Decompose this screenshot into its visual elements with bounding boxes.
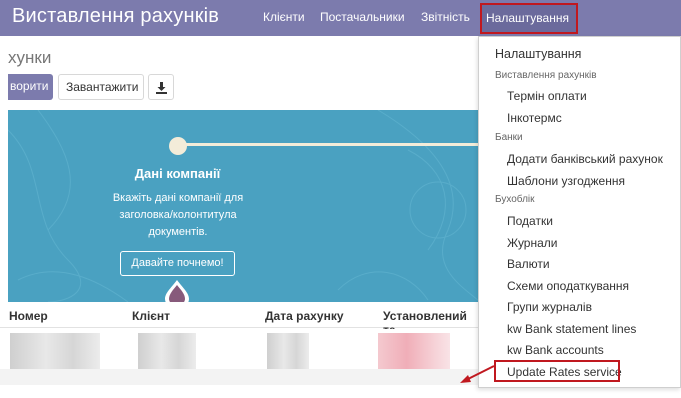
menu-item-settings-label: Налаштування bbox=[486, 11, 569, 25]
dropdown-item-taxes[interactable]: Податки bbox=[507, 214, 553, 228]
create-button[interactable]: ворити bbox=[8, 74, 53, 100]
dropdown-item-journal-groups[interactable]: Групи журналів bbox=[507, 300, 592, 314]
banner-text-line: документів. bbox=[148, 226, 208, 238]
menu-item-vendors[interactable]: Постачальники bbox=[320, 10, 405, 24]
banner-text-line: заголовка/колонтитула bbox=[119, 209, 237, 221]
banner-description: Вкажіть дані компанії для заголовка/коло… bbox=[98, 190, 258, 241]
lets-start-button[interactable]: Давайте почнемо! bbox=[120, 251, 235, 276]
blurred-cell bbox=[378, 333, 450, 369]
update-rates-highlight-box bbox=[494, 360, 620, 382]
menu-item-reporting[interactable]: Звітність bbox=[421, 10, 470, 24]
settings-dropdown-menu: Налаштування Виставлення рахунків Термін… bbox=[478, 36, 681, 388]
dropdown-item-settings[interactable]: Налаштування bbox=[495, 47, 581, 61]
blurred-cell bbox=[10, 333, 100, 369]
column-number[interactable]: Номер bbox=[9, 309, 48, 323]
blurred-cell bbox=[267, 333, 309, 369]
menu-item-customers[interactable]: Клієнти bbox=[263, 10, 305, 24]
banner-title: Дані компанії bbox=[134, 166, 221, 181]
invoice-table-header: Номер Клієнт Дата рахунку Установлений т… bbox=[0, 302, 480, 337]
dropdown-item-bank-accounts[interactable]: kw Bank accounts bbox=[507, 343, 604, 357]
dropdown-section-header: Банки bbox=[495, 132, 523, 143]
dropdown-section-header: Бухоблік bbox=[495, 194, 535, 205]
table-row[interactable] bbox=[0, 369, 480, 385]
top-navbar: Виставлення рахунків Клієнти Постачальни… bbox=[0, 0, 681, 36]
onboarding-progress-line bbox=[178, 143, 480, 146]
dropdown-item-currencies[interactable]: Валюти bbox=[507, 257, 550, 271]
column-invoice-date[interactable]: Дата рахунку bbox=[265, 309, 344, 323]
pointer-arrow-icon bbox=[460, 365, 495, 383]
dropdown-item-fiscal-positions[interactable]: Схеми оподаткування bbox=[507, 279, 629, 293]
upload-button[interactable]: Завантажити bbox=[58, 74, 144, 100]
page-title: хунки bbox=[8, 48, 52, 67]
download-button[interactable] bbox=[148, 74, 174, 100]
column-customer[interactable]: Клієнт bbox=[132, 309, 170, 323]
menu-item-settings[interactable]: Налаштування bbox=[480, 3, 578, 34]
app-title[interactable]: Виставлення рахунків bbox=[12, 5, 219, 28]
dropdown-item-payment-terms[interactable]: Термін оплати bbox=[507, 89, 587, 103]
banner-text-line: Вкажіть дані компанії для bbox=[112, 192, 244, 204]
dropdown-item-reconciliation-models[interactable]: Шаблони узгодження bbox=[507, 174, 625, 188]
blurred-cell bbox=[138, 333, 196, 369]
dropdown-section-header: Виставлення рахунків bbox=[495, 70, 597, 81]
dropdown-item-bank-statement-lines[interactable]: kw Bank statement lines bbox=[507, 322, 636, 336]
onboarding-step-dot bbox=[169, 137, 187, 155]
dropdown-item-add-bank-account[interactable]: Додати банківський рахунок bbox=[507, 152, 663, 166]
download-icon bbox=[156, 82, 167, 94]
dropdown-item-incoterms[interactable]: Інкотермс bbox=[507, 111, 562, 125]
dropdown-item-journals[interactable]: Журнали bbox=[507, 236, 558, 250]
